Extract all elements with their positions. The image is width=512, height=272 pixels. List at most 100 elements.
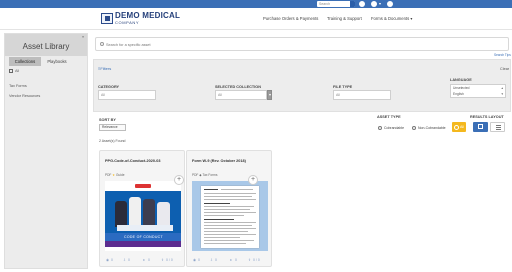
asset-type-all-button[interactable]: All — [452, 122, 466, 132]
user-menu-caret[interactable]: ▾ — [379, 2, 381, 6]
collection-label: SELECTED COLLECTION — [215, 85, 261, 89]
results-count: 2 Asset(s) Found — [99, 139, 126, 143]
doc-line — [221, 189, 253, 190]
add-to-collection-button[interactable]: + — [174, 175, 184, 185]
tab-playbooks[interactable]: Playbooks — [42, 57, 72, 66]
non-cobrandable-label[interactable]: Non-Cobrandable — [418, 126, 446, 130]
downloads-count: 0 — [215, 258, 217, 262]
top-search-input[interactable]: Search — [317, 1, 355, 7]
logo-icon[interactable] — [101, 13, 113, 24]
doc-line — [204, 193, 256, 194]
list-icon — [496, 125, 501, 126]
language-option[interactable]: Unselected — [453, 86, 470, 90]
doc-line — [204, 225, 252, 226]
language-select[interactable]: Unselected ▴ English ▾ — [450, 84, 506, 98]
top-search-icon[interactable] — [350, 1, 355, 7]
tab-collections[interactable]: Collections — [9, 57, 41, 66]
asset-card-title[interactable]: Form W-9 (Rev. October 2018) — [192, 159, 246, 163]
folder-icon — [9, 69, 13, 73]
filters-toggle[interactable]: ≡Filters — [98, 67, 111, 71]
likes-count: 0 — [235, 258, 237, 262]
share-icon[interactable]: ⇪ — [248, 258, 251, 263]
cover-person — [129, 197, 141, 227]
clear-filters-button[interactable]: Clear — [500, 67, 509, 71]
sort-by-select[interactable]: Relevance — [99, 124, 126, 131]
doc-line — [204, 203, 230, 204]
non-cobrandable-radio[interactable] — [412, 126, 416, 130]
search-icon — [100, 42, 104, 46]
collection-dropdown-icon[interactable] — [267, 90, 272, 100]
views-count: 0 — [111, 258, 113, 262]
add-to-collection-button[interactable]: + — [248, 175, 258, 185]
asset-thumbnail[interactable] — [192, 181, 268, 251]
nav-purchase-orders[interactable]: Purchase Orders & Payments — [263, 16, 318, 21]
logo-title[interactable]: DEMO MEDICAL — [115, 12, 180, 20]
results-layout-label: RESULTS LAYOUT — [470, 115, 504, 119]
asset-search-input[interactable] — [106, 41, 496, 48]
file-type-badge: PDF — [192, 173, 199, 177]
share-icon[interactable]: ⇪ — [161, 258, 164, 263]
grid-layout-button[interactable] — [473, 122, 488, 132]
sidebar-view-all[interactable]: All — [5, 68, 87, 75]
search-tips-link[interactable]: Search Tips — [494, 53, 511, 57]
asset-card-meta: PDF ◆ Tax Forms — [192, 173, 217, 177]
asset-card[interactable]: PPG-Code-of-Conduct-2020-03 PDF ★ Guide … — [99, 150, 185, 267]
asset-card-meta: PDF ★ Guide — [105, 173, 125, 177]
gear-icon[interactable] — [387, 1, 393, 7]
download-icon: ⇩ — [123, 258, 126, 262]
shares-count: 0 / 0 — [166, 258, 173, 262]
asset-tag: Tax Forms — [202, 173, 218, 177]
category-label: CATEGORY — [98, 85, 120, 89]
likes-count: 0 — [148, 258, 150, 262]
sidebar-item-tax-forms[interactable]: Tax Forms — [9, 84, 27, 88]
user-icon[interactable] — [371, 1, 377, 7]
cobrandable-label[interactable]: Cobrandable — [384, 126, 404, 130]
logo-subtitle: COMPANY — [115, 20, 140, 25]
asset-tag: Guide — [116, 173, 125, 177]
document-page — [201, 186, 259, 248]
cover-desk — [117, 225, 173, 231]
cobrandable-radio[interactable] — [378, 126, 382, 130]
doc-line — [204, 231, 248, 232]
thumbs-up-icon[interactable]: ♦ — [143, 258, 145, 263]
eye-icon: ◉ — [193, 258, 197, 262]
sidebar-title: Asset Library — [22, 42, 70, 51]
doc-line — [204, 209, 250, 210]
doc-line — [204, 212, 256, 213]
language-option[interactable]: English — [453, 92, 464, 96]
downloads-count: 0 — [128, 258, 130, 262]
site-header — [0, 8, 512, 30]
nav-training-support[interactable]: Training & Support — [327, 16, 362, 21]
doc-line — [204, 199, 256, 200]
file-type-badge: PDF — [105, 173, 112, 177]
sidebar-tabs: Collections Playbooks — [5, 57, 87, 66]
thumbs-up-icon[interactable]: ♦ — [230, 258, 232, 263]
file-type-field[interactable]: All — [333, 90, 391, 100]
file-type-label: FILE TYPE — [333, 85, 353, 89]
collection-select[interactable]: All — [215, 90, 267, 100]
top-search-label: Search — [319, 2, 331, 6]
asset-card-stats: ◉ 0 ⇩ 0 ♦ 0 ⇪ 0 / 0 — [192, 258, 268, 264]
cover-person — [143, 199, 155, 227]
category-field[interactable]: All — [98, 90, 156, 100]
asset-card[interactable]: Form W-9 (Rev. October 2018) PDF ◆ Tax F… — [186, 150, 272, 267]
asset-type-label: ASSET TYPE — [377, 115, 401, 119]
nav-forms-documents[interactable]: Forms & Documents ▾ — [371, 16, 412, 21]
collapse-sidebar-icon[interactable]: « — [82, 35, 84, 39]
doc-line — [204, 189, 218, 190]
asset-card-stats: ◉ 0 ⇩ 0 ♦ 0 ⇪ 0 / 0 — [105, 258, 181, 264]
doc-line — [204, 222, 256, 223]
chevron-down-icon: ▾ — [501, 92, 503, 96]
cover-logo — [135, 184, 151, 188]
view-all-label: All — [15, 69, 20, 73]
filters-panel: ≡Filters Clear CATEGORY All SELECTED COL… — [93, 59, 511, 112]
list-layout-button[interactable] — [490, 122, 505, 132]
asset-card-title[interactable]: PPG-Code-of-Conduct-2020-03 — [105, 159, 160, 163]
asset-thumbnail[interactable]: CODE OF CONDUCT — [105, 181, 181, 251]
help-icon[interactable] — [359, 1, 365, 7]
doc-line — [204, 228, 256, 229]
grid-icon — [478, 124, 483, 129]
asset-search-box — [95, 37, 509, 51]
sidebar-item-vendor-resources[interactable]: Vendor Resources — [9, 94, 40, 98]
language-label: LANGUAGE — [450, 78, 472, 82]
